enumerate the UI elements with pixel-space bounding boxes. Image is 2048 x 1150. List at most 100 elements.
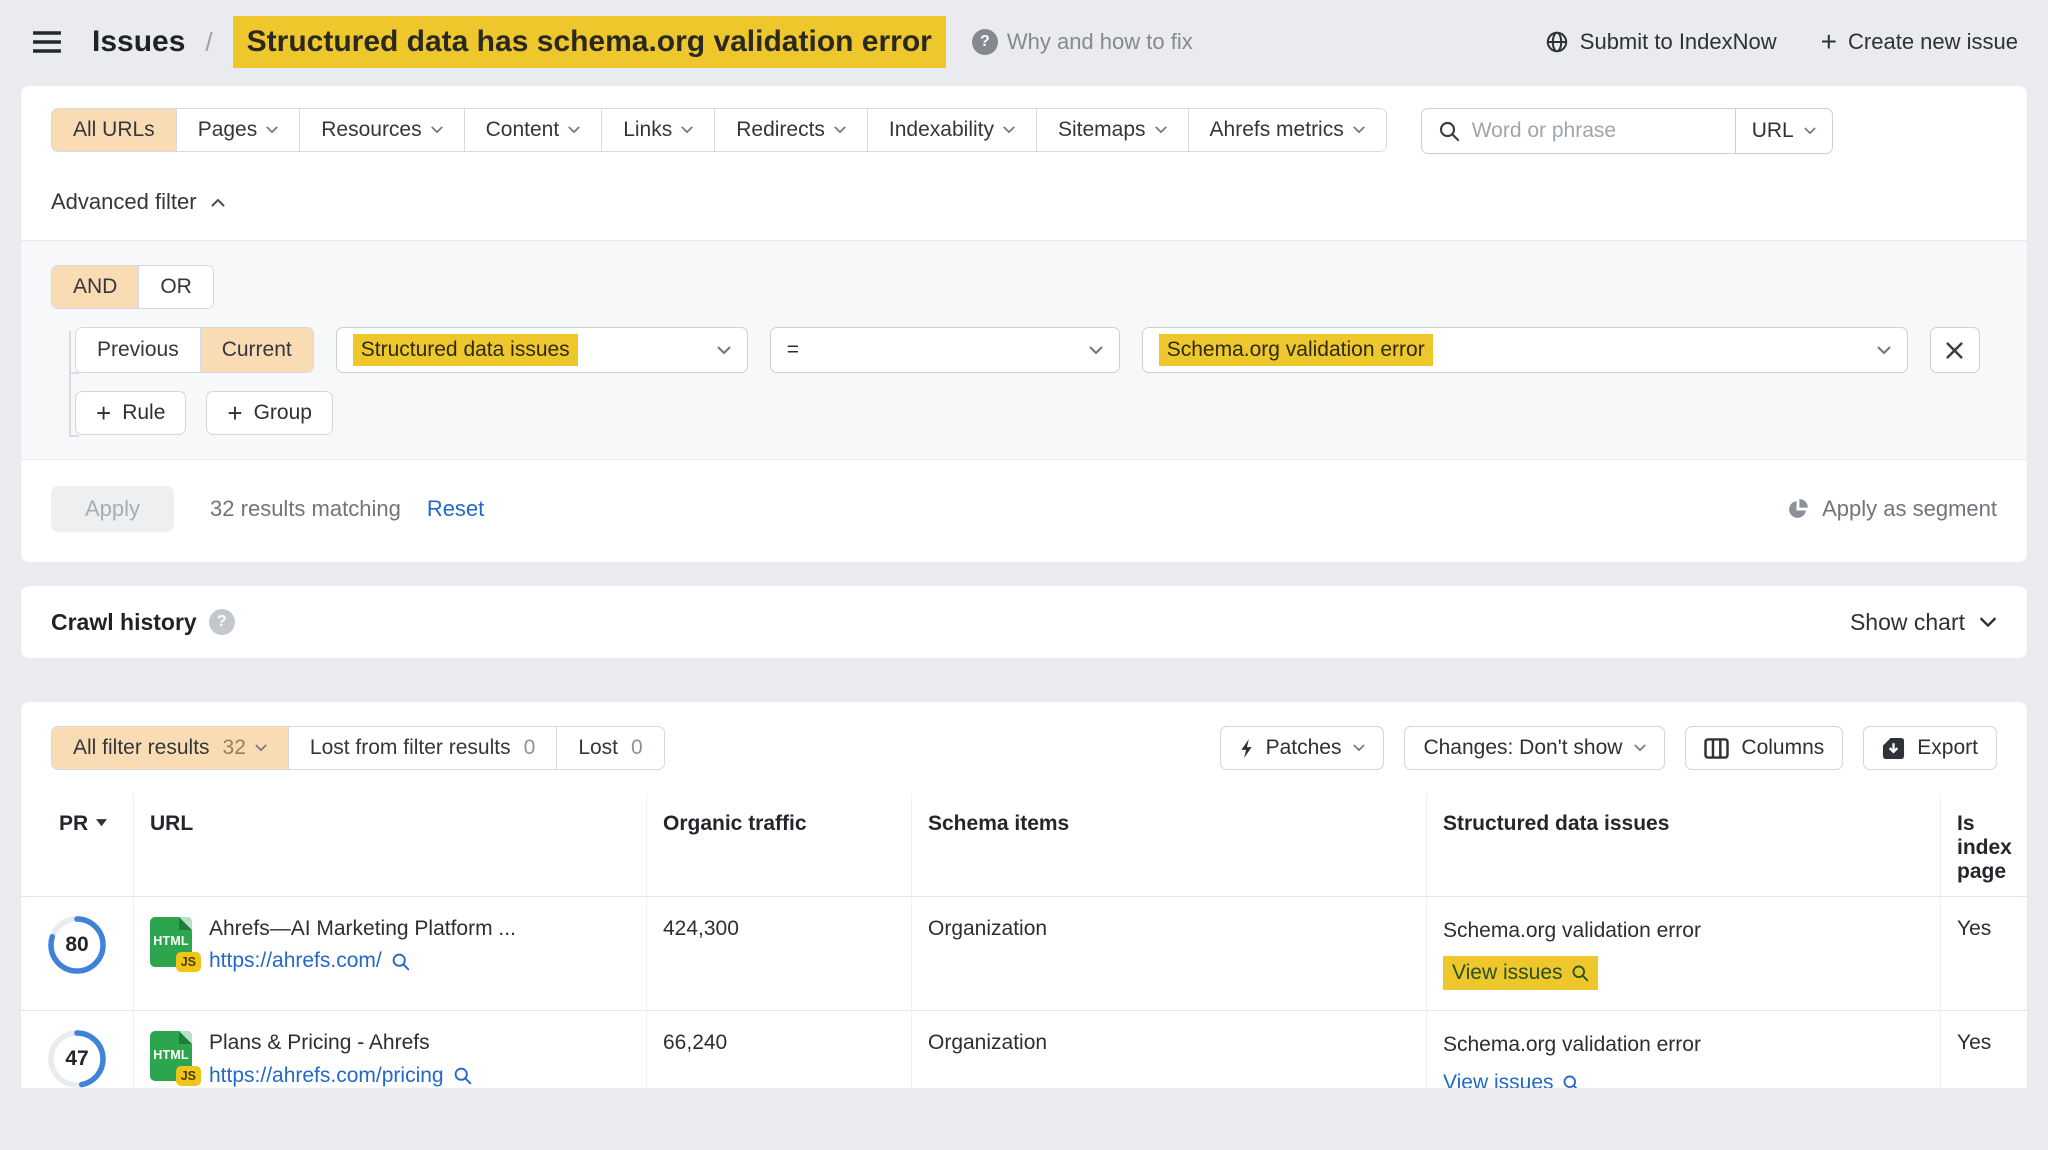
is-index-cell: Yes	[1940, 896, 2027, 1010]
chevron-down-icon	[681, 126, 693, 134]
help-text: Why and how to fix	[1007, 29, 1193, 55]
inspect-icon	[453, 1066, 472, 1085]
chevron-down-icon	[1877, 346, 1891, 355]
page-title-text: Plans & Pricing - Ahrefs	[209, 1029, 472, 1057]
or-button[interactable]: OR	[138, 266, 213, 308]
search-icon	[1438, 120, 1460, 142]
pie-chart-icon	[1786, 498, 1809, 521]
apply-bar: Apply 32 results matching Reset Apply as…	[21, 460, 2027, 562]
connector-line	[69, 435, 79, 437]
chevron-down-icon	[568, 126, 580, 134]
submit-indexnow-button[interactable]: Submit to IndexNow	[1545, 29, 1777, 55]
view-issues-link[interactable]: View issues	[1443, 956, 1598, 990]
url-scope-dropdown[interactable]: URL	[1735, 109, 1832, 153]
columns-icon	[1704, 738, 1729, 759]
export-button[interactable]: Export	[1863, 726, 1997, 770]
filter-tab-content[interactable]: Content	[464, 109, 602, 151]
schema-items-cell: Organization	[911, 896, 1426, 1010]
chevron-down-icon	[1089, 346, 1103, 355]
hamburger-icon	[32, 30, 62, 54]
results-tab-lost-from-filter[interactable]: Lost from filter results 0	[288, 727, 556, 769]
is-index-cell: Yes	[1940, 1010, 2027, 1088]
connector-line	[69, 331, 71, 435]
issue-text: Schema.org validation error	[1443, 1031, 1924, 1058]
results-count-badge: 32	[223, 736, 246, 760]
results-panel: All filter results 32 Lost from filter r…	[21, 702, 2027, 1088]
chevron-down-icon	[1979, 617, 1997, 628]
url-link[interactable]: https://ahrefs.com/pricing	[209, 1064, 472, 1088]
column-header-schema-items[interactable]: Schema items	[911, 794, 1426, 896]
url-cell: HTMLJS Ahrefs—AI Marketing Platform ... …	[133, 896, 646, 1010]
reset-link[interactable]: Reset	[427, 496, 484, 522]
sort-desc-icon	[96, 819, 107, 827]
lost-filter-count-badge: 0	[524, 736, 536, 760]
chevron-down-icon	[1353, 126, 1365, 134]
column-header-is-index-page[interactable]: Is index page	[1940, 794, 2027, 896]
export-icon	[1882, 737, 1905, 760]
create-issue-button[interactable]: + Create new issue	[1821, 29, 2018, 55]
issues-cell: Schema.org validation error View issues	[1426, 896, 1940, 1010]
previous-button[interactable]: Previous	[76, 328, 200, 372]
filter-tab-ahrefs-metrics[interactable]: Ahrefs metrics	[1188, 109, 1386, 151]
filter-tab-pages[interactable]: Pages	[176, 109, 300, 151]
crawl-history-panel: Crawl history ? Show chart	[21, 586, 2027, 658]
lost-count-badge: 0	[631, 736, 643, 760]
menu-button[interactable]	[30, 26, 64, 58]
column-header-structured-data-issues[interactable]: Structured data issues	[1426, 794, 1940, 896]
previous-current-toggle: Previous Current	[75, 327, 314, 373]
why-how-to-fix-link[interactable]: ? Why and how to fix	[972, 29, 1193, 55]
plus-icon: +	[227, 403, 242, 423]
add-group-button[interactable]: +Group	[206, 391, 333, 435]
filter-tab-links[interactable]: Links	[601, 109, 714, 151]
patches-button[interactable]: Patches	[1220, 726, 1385, 770]
value-dropdown[interactable]: Schema.org validation error	[1142, 327, 1908, 373]
breadcrumb-separator: /	[205, 27, 212, 58]
pr-score-cell: 47	[21, 1010, 133, 1088]
results-tab-all[interactable]: All filter results 32	[52, 727, 288, 769]
html-file-icon: HTMLJS	[150, 1031, 192, 1081]
column-header-organic-traffic[interactable]: Organic traffic	[646, 794, 911, 896]
changes-dropdown[interactable]: Changes: Don't show	[1404, 726, 1665, 770]
close-icon	[1945, 341, 1964, 360]
filter-tab-resources[interactable]: Resources	[299, 109, 463, 151]
chevron-down-icon	[834, 126, 846, 134]
view-issues-link[interactable]: View issues	[1443, 1071, 1580, 1088]
column-header-pr[interactable]: PR	[21, 794, 133, 896]
url-link[interactable]: https://ahrefs.com/	[209, 949, 516, 973]
results-tab-group: All filter results 32 Lost from filter r…	[51, 726, 665, 770]
apply-as-segment-button[interactable]: Apply as segment	[1786, 496, 1997, 522]
filter-tab-all-urls[interactable]: All URLs	[52, 109, 176, 151]
search-input[interactable]	[1472, 119, 1735, 143]
operator-dropdown[interactable]: =	[770, 327, 1120, 373]
filter-tab-sitemaps[interactable]: Sitemaps	[1036, 109, 1188, 151]
add-buttons-row: +Rule +Group	[75, 391, 1997, 435]
current-button[interactable]: Current	[200, 328, 313, 372]
breadcrumb-issues[interactable]: Issues	[92, 25, 185, 59]
filter-rule-row: Previous Current Structured data issues …	[75, 327, 1997, 373]
chevron-down-icon	[1353, 744, 1365, 752]
crawl-history-title: Crawl history	[51, 609, 197, 636]
column-header-url[interactable]: URL	[133, 794, 646, 896]
help-icon[interactable]: ?	[209, 609, 235, 635]
results-table: PR URL Organic traffic Schema items Stru…	[21, 794, 2027, 1088]
columns-button[interactable]: Columns	[1685, 726, 1843, 770]
advanced-filter-toggle[interactable]: Advanced filter	[21, 182, 255, 222]
remove-rule-button[interactable]	[1930, 327, 1980, 373]
filter-tab-redirects[interactable]: Redirects	[714, 109, 867, 151]
pr-score-cell: 80	[21, 896, 133, 1010]
lightning-icon	[1239, 738, 1254, 759]
globe-icon	[1545, 30, 1569, 54]
chevron-down-icon	[1155, 126, 1167, 134]
js-badge: JS	[176, 952, 201, 972]
results-tab-lost[interactable]: Lost 0	[556, 727, 663, 769]
filter-tab-group: All URLs Pages Resources Content Links R…	[51, 108, 1387, 152]
add-rule-button[interactable]: +Rule	[75, 391, 186, 435]
field-dropdown[interactable]: Structured data issues	[336, 327, 748, 373]
chevron-down-icon	[1634, 744, 1646, 752]
js-badge: JS	[176, 1066, 201, 1086]
organic-traffic-cell: 424,300	[646, 896, 911, 1010]
show-chart-button[interactable]: Show chart	[1850, 609, 1997, 636]
apply-button[interactable]: Apply	[51, 486, 174, 532]
filter-tab-indexability[interactable]: Indexability	[867, 109, 1036, 151]
and-button[interactable]: AND	[52, 266, 138, 308]
